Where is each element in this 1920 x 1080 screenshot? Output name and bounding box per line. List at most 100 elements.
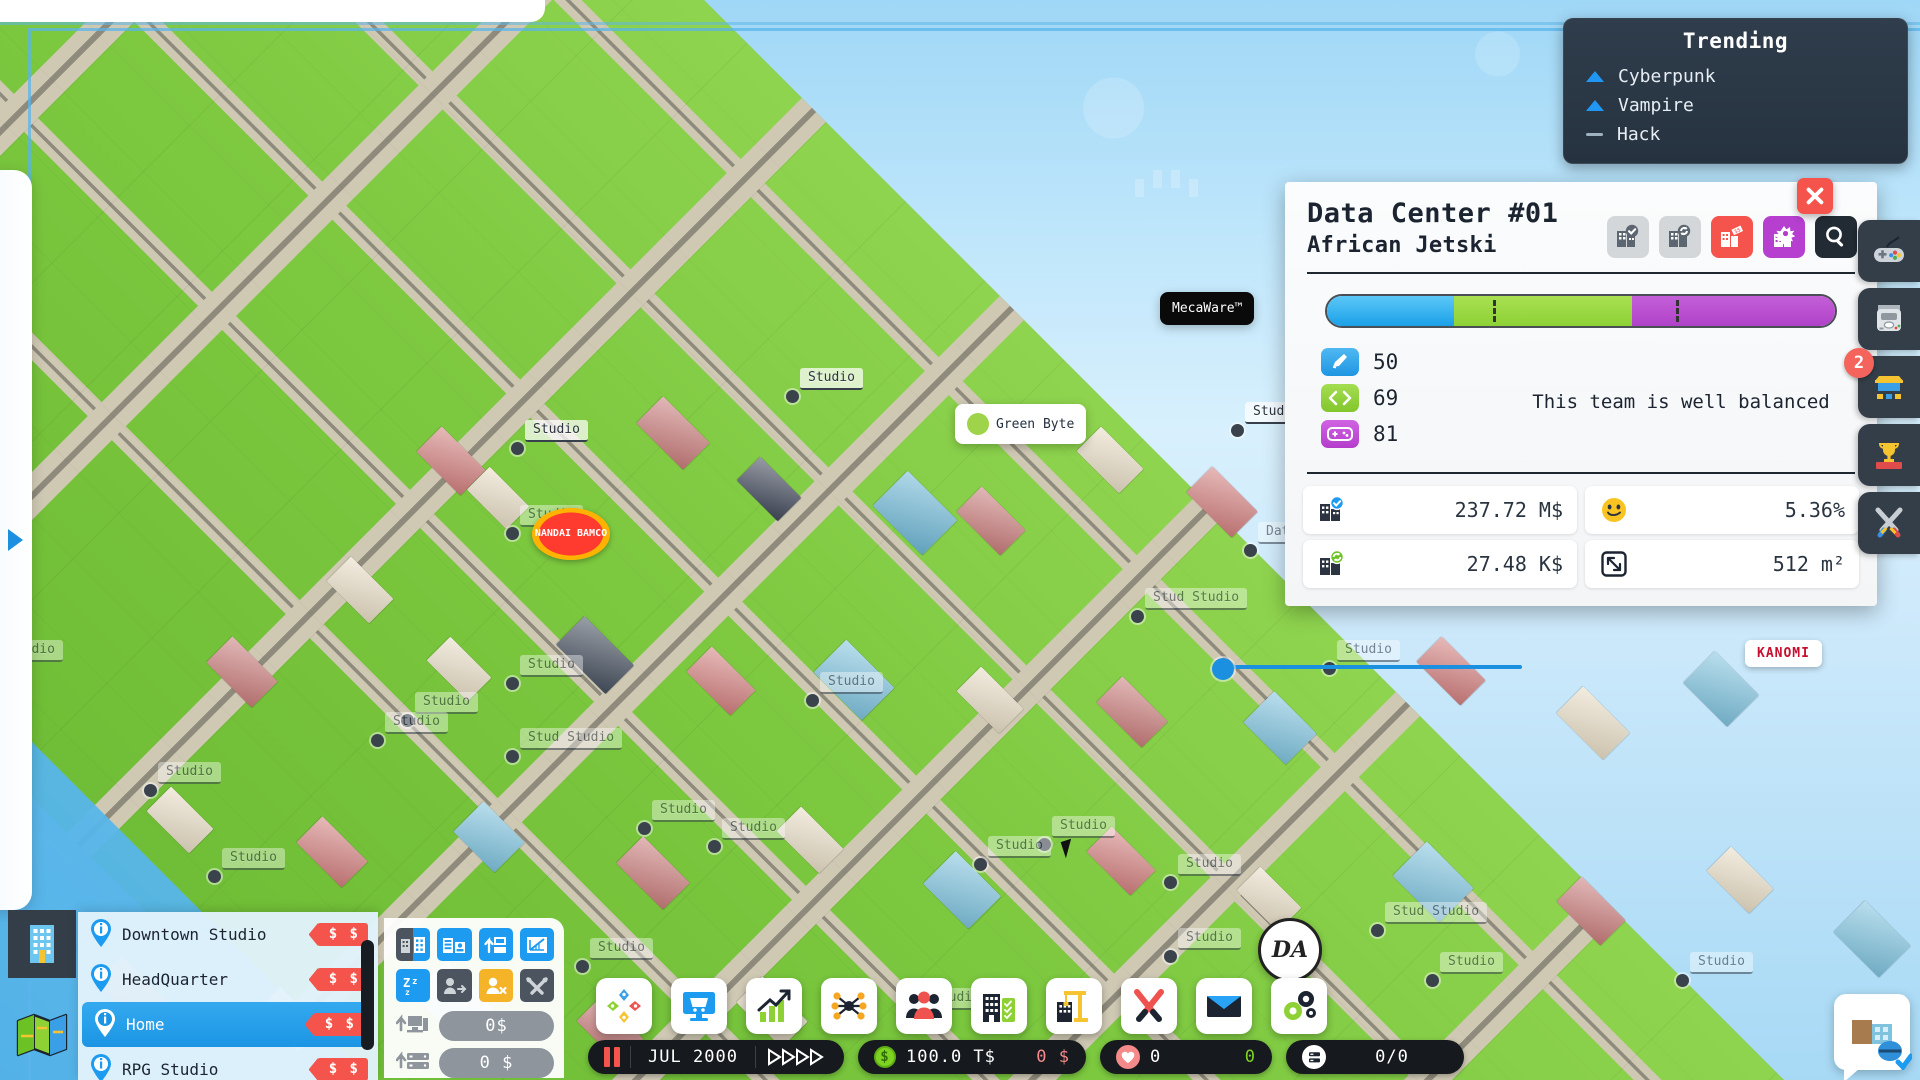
price-badge: $ $ — [308, 1058, 368, 1080]
left-panel-collapsed[interactable] — [0, 170, 32, 910]
map-label[interactable]: Studio — [415, 692, 478, 714]
browser-tab-strip — [0, 0, 545, 22]
stat-value: 237.72 M$ — [1454, 498, 1563, 522]
map-label[interactable]: Stud Studio — [1145, 588, 1248, 610]
status-bar: JUL 2000 $ 100.0 T$ 0 $ 0 0 0/0 — [588, 1040, 1464, 1074]
map-sign-nandai-bamco[interactable]: NANDAI BAMCO — [532, 508, 610, 560]
convention-booth-icon[interactable]: 2 — [1844, 348, 1920, 418]
right-icon-rail: 2 — [1844, 220, 1920, 554]
studio-name: Home — [126, 1015, 165, 1034]
map-sign-greenbyte[interactable]: Green Byte — [955, 404, 1087, 444]
genres-icon[interactable] — [596, 978, 652, 1034]
map-view-icon[interactable] — [14, 1010, 70, 1060]
chevron-right-icon[interactable] — [8, 529, 23, 551]
servers-pill: 0/0 — [1286, 1040, 1464, 1074]
map-label[interactable]: Studio — [525, 420, 588, 442]
search-icon[interactable] — [1815, 216, 1857, 258]
team-balance-bar — [1325, 294, 1837, 328]
map-pin — [576, 960, 589, 973]
map-label[interactable]: Studio — [800, 368, 863, 390]
move-employee-icon[interactable] — [437, 969, 472, 1002]
close-icon[interactable] — [1797, 178, 1833, 214]
map-sign-label: KANOMI — [1757, 646, 1810, 661]
map-pin — [1426, 974, 1439, 987]
desk-place-icon[interactable] — [478, 928, 513, 961]
map-sign-mecaware[interactable]: MecaWare™ — [1160, 292, 1255, 325]
map-label[interactable]: Studio — [222, 848, 285, 870]
map-label[interactable]: Studio — [1337, 640, 1400, 662]
minimap-bubble[interactable] — [1834, 994, 1912, 1080]
cost-server: 0 $ — [395, 1047, 554, 1079]
studio-list-scrollbar[interactable] — [361, 940, 374, 1050]
workstation-upgrade-icon — [395, 1010, 430, 1042]
city-view-icon[interactable] — [8, 910, 76, 978]
server-icon — [1302, 1045, 1326, 1069]
map-label[interactable]: Studio — [722, 818, 785, 840]
studio-list-panel[interactable]: Downtown Studio $ $ HeadQuarter $ $ Home $ $ R… — [78, 912, 378, 1080]
map-label[interactable]: Studio — [820, 672, 883, 694]
console-icon[interactable] — [1858, 288, 1920, 350]
pause-icon[interactable] — [604, 1047, 620, 1067]
blueprint-icon[interactable] — [519, 928, 554, 961]
construction-icon[interactable] — [1046, 978, 1102, 1034]
stat-value: 5.36% — [1784, 498, 1845, 522]
trending-item[interactable]: Vampire — [1580, 91, 1891, 120]
map-label[interactable]: Studio — [652, 800, 715, 822]
publish-icon[interactable] — [671, 978, 727, 1034]
maintenance-icon[interactable] — [519, 969, 554, 1002]
map-label[interactable]: Studio — [1440, 952, 1503, 974]
sleep-room-icon[interactable]: Z z z — [396, 969, 431, 1002]
map-sign-da[interactable]: DA — [1258, 918, 1322, 982]
map-sign-label: Green Byte — [996, 416, 1075, 432]
building-stats: 237.72 M$ 5.36% 27.48 K$ 512 m² — [1285, 474, 1877, 606]
gamepad-icon[interactable] — [1858, 220, 1920, 282]
map-label[interactable]: Studio — [385, 712, 448, 734]
map-label[interactable]: Studio — [590, 938, 653, 960]
studio-list-item[interactable]: HeadQuarter $ $ — [78, 957, 378, 1002]
map-label[interactable]: Stud Studio — [520, 728, 623, 750]
building-toggle-icon[interactable] — [396, 928, 431, 961]
map-label[interactable]: Stud Studio — [1385, 902, 1488, 924]
building-demolish-icon[interactable] — [1763, 216, 1805, 258]
company-icon[interactable] — [971, 978, 1027, 1034]
map-pin — [208, 870, 221, 883]
building-sell-icon[interactable]: $$ — [1711, 216, 1753, 258]
trending-item[interactable]: Hack — [1580, 120, 1891, 149]
building-info-panel: Data Center #01 African Jetski $$ 50 69 … — [1285, 182, 1877, 606]
settings-icon[interactable] — [1271, 978, 1327, 1034]
market-chart-icon[interactable] — [746, 978, 802, 1034]
trophy-podium-icon[interactable] — [1858, 424, 1920, 486]
map-label[interactable]: Studio — [520, 655, 583, 677]
map-label[interactable]: Studio — [1178, 928, 1241, 950]
map-sign-label: DA — [1271, 937, 1309, 963]
competition-icon[interactable] — [1121, 978, 1177, 1034]
info-pin-icon — [90, 1053, 112, 1080]
studio-list-item[interactable]: RPG Studio $ $ — [78, 1047, 378, 1080]
stat-value: 27.48 K$ — [1466, 552, 1563, 576]
fast-forward-icon[interactable] — [766, 1047, 828, 1067]
map-pin — [506, 677, 519, 690]
team-skills: 50 69 81 This team is well balanced — [1307, 348, 1855, 456]
hire-employee-icon[interactable] — [478, 969, 513, 1002]
furniture-icon[interactable] — [437, 928, 472, 961]
network-icon[interactable] — [821, 978, 877, 1034]
map-label[interactable]: Studio — [158, 762, 221, 784]
building-refresh-icon[interactable] — [1659, 216, 1701, 258]
building-verified-icon[interactable] — [1607, 216, 1649, 258]
studio-name: HeadQuarter — [122, 970, 228, 989]
mail-icon[interactable] — [1196, 978, 1252, 1034]
trending-list: Cyberpunk Vampire Hack — [1580, 62, 1891, 149]
map-pin — [1676, 974, 1689, 987]
map-label[interactable]: Studio — [1052, 816, 1115, 838]
studio-list-item[interactable]: Home $ $ — [82, 1002, 374, 1047]
map-pin — [506, 527, 519, 540]
trending-item[interactable]: Cyberpunk — [1580, 62, 1891, 91]
map-label[interactable]: Studio — [1690, 952, 1753, 974]
smiley-icon — [1599, 495, 1629, 525]
map-sign-kanomi[interactable]: KANOMI — [1745, 640, 1822, 667]
map-label[interactable]: Studio — [988, 836, 1051, 858]
map-label[interactable]: Studio — [1178, 854, 1241, 876]
crossed-swords-icon[interactable] — [1858, 492, 1920, 554]
staff-icon[interactable] — [896, 978, 952, 1034]
studio-list-item[interactable]: Downtown Studio $ $ — [78, 912, 378, 957]
